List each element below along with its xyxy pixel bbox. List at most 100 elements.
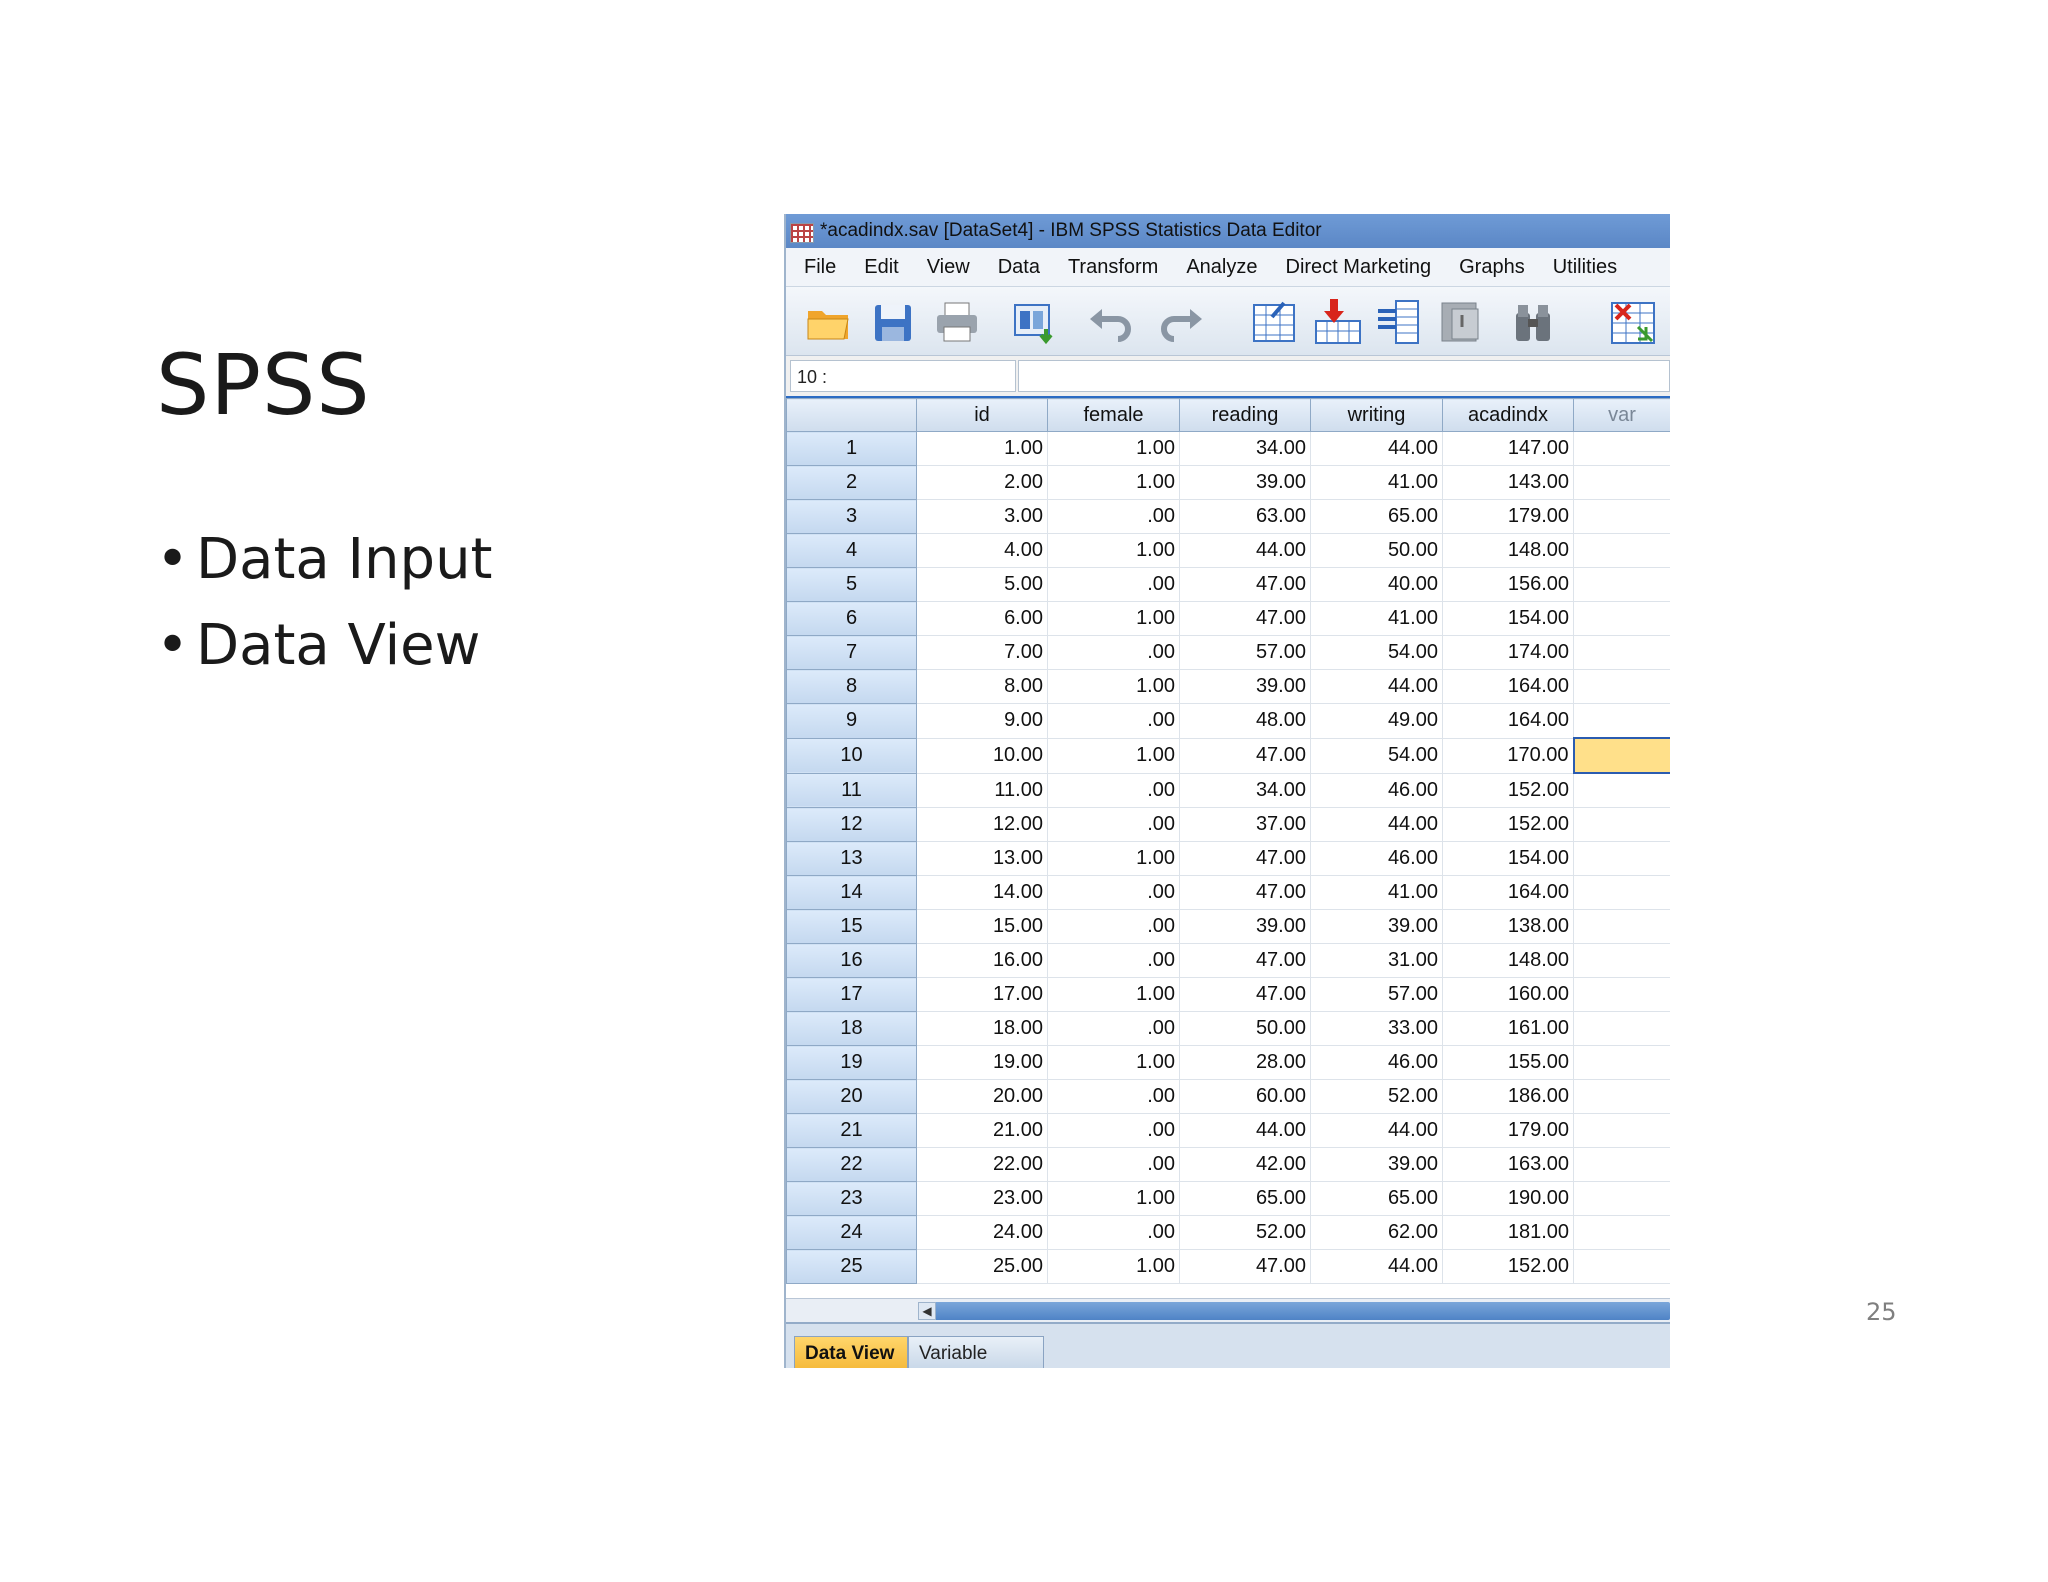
data-cell[interactable]: 17.00 xyxy=(916,977,1048,1012)
data-cell[interactable]: .00 xyxy=(1047,943,1180,978)
empty-var-cell[interactable] xyxy=(1573,1215,1670,1250)
data-cell[interactable]: .00 xyxy=(1047,1215,1180,1250)
data-cell[interactable]: 44.00 xyxy=(1310,1249,1443,1284)
data-cell[interactable]: .00 xyxy=(1047,1079,1180,1114)
data-cell[interactable]: 39.00 xyxy=(1179,465,1311,500)
menu-transform[interactable]: Transform xyxy=(1058,256,1168,279)
data-cell[interactable]: 1.00 xyxy=(1047,669,1180,704)
data-cell[interactable]: 147.00 xyxy=(1442,431,1574,466)
data-cell[interactable]: 11.00 xyxy=(916,772,1048,808)
data-cell[interactable]: .00 xyxy=(1047,772,1180,808)
empty-var-cell[interactable] xyxy=(1573,1079,1670,1114)
data-cell[interactable]: 161.00 xyxy=(1442,1011,1574,1046)
data-cell[interactable]: 160.00 xyxy=(1442,977,1574,1012)
data-cell[interactable]: .00 xyxy=(1047,807,1180,842)
data-cell[interactable]: 65.00 xyxy=(1179,1181,1311,1216)
data-cell[interactable]: 65.00 xyxy=(1310,1181,1443,1216)
row-header[interactable]: 3 xyxy=(786,499,917,534)
data-cell[interactable]: 48.00 xyxy=(1179,703,1311,739)
empty-var-cell[interactable] xyxy=(1573,943,1670,978)
data-cell[interactable]: 15.00 xyxy=(916,909,1048,944)
data-cell[interactable]: 1.00 xyxy=(1047,1249,1180,1284)
data-cell[interactable]: 39.00 xyxy=(1179,909,1311,944)
data-cell[interactable]: 174.00 xyxy=(1442,635,1574,670)
data-cell[interactable]: 33.00 xyxy=(1310,1011,1443,1046)
row-header[interactable]: 20 xyxy=(786,1079,917,1114)
row-header[interactable]: 1 xyxy=(786,431,917,466)
data-cell[interactable]: 54.00 xyxy=(1310,635,1443,670)
data-cell[interactable]: 186.00 xyxy=(1442,1079,1574,1114)
row-header[interactable]: 6 xyxy=(786,601,917,636)
data-cell[interactable]: .00 xyxy=(1047,909,1180,944)
row-header[interactable]: 12 xyxy=(786,807,917,842)
data-cell[interactable]: 1.00 xyxy=(1047,533,1180,568)
data-cell[interactable]: 50.00 xyxy=(1179,1011,1311,1046)
empty-var-cell[interactable] xyxy=(1572,737,1670,774)
menu-edit[interactable]: Edit xyxy=(854,256,908,279)
row-header[interactable]: 16 xyxy=(786,943,917,978)
data-cell[interactable]: 54.00 xyxy=(1310,737,1443,774)
column-header-id[interactable]: id xyxy=(916,398,1048,432)
data-cell[interactable]: 39.00 xyxy=(1310,909,1443,944)
data-cell[interactable]: 47.00 xyxy=(1179,943,1311,978)
data-cell[interactable]: 47.00 xyxy=(1179,841,1311,876)
row-header[interactable]: 8 xyxy=(786,669,917,704)
data-cell[interactable]: 1.00 xyxy=(1047,1181,1180,1216)
row-header[interactable]: 7 xyxy=(786,635,917,670)
data-cell[interactable]: 154.00 xyxy=(1442,601,1574,636)
data-cell[interactable]: .00 xyxy=(1047,635,1180,670)
split-file-icon[interactable] xyxy=(1508,297,1558,347)
data-cell[interactable]: 57.00 xyxy=(1310,977,1443,1012)
row-header[interactable]: 18 xyxy=(786,1011,917,1046)
empty-var-cell[interactable] xyxy=(1573,601,1670,636)
menu-data[interactable]: Data xyxy=(988,256,1050,279)
data-cell[interactable]: 7.00 xyxy=(916,635,1048,670)
data-cell[interactable]: 20.00 xyxy=(916,1079,1048,1114)
data-cell[interactable]: 1.00 xyxy=(1047,431,1180,466)
data-cell[interactable]: 164.00 xyxy=(1442,875,1574,910)
column-header-writing[interactable]: writing xyxy=(1310,398,1443,432)
undo-icon[interactable] xyxy=(1086,297,1136,347)
data-cell[interactable]: .00 xyxy=(1047,1011,1180,1046)
menu-graphs[interactable]: Graphs xyxy=(1449,256,1535,279)
data-cell[interactable]: 19.00 xyxy=(916,1045,1048,1080)
data-cell[interactable]: 47.00 xyxy=(1179,875,1311,910)
data-cell[interactable]: 57.00 xyxy=(1179,635,1311,670)
data-cell[interactable]: 23.00 xyxy=(916,1181,1048,1216)
data-cell[interactable]: 152.00 xyxy=(1442,772,1574,808)
data-cell[interactable]: 4.00 xyxy=(916,533,1048,568)
data-cell[interactable]: .00 xyxy=(1047,875,1180,910)
row-header[interactable]: 25 xyxy=(786,1249,917,1284)
empty-var-cell[interactable] xyxy=(1573,635,1670,670)
data-cell[interactable]: 41.00 xyxy=(1310,601,1443,636)
data-cell[interactable]: 12.00 xyxy=(916,807,1048,842)
row-header[interactable]: 17 xyxy=(786,977,917,1012)
row-header[interactable]: 14 xyxy=(786,875,917,910)
data-cell[interactable]: 42.00 xyxy=(1179,1147,1311,1182)
data-cell[interactable]: .00 xyxy=(1047,703,1180,739)
save-icon[interactable] xyxy=(868,297,918,347)
data-cell[interactable]: 50.00 xyxy=(1310,533,1443,568)
data-cell[interactable]: 31.00 xyxy=(1310,943,1443,978)
empty-var-cell[interactable] xyxy=(1573,465,1670,500)
row-header[interactable]: 22 xyxy=(786,1147,917,1182)
empty-var-cell[interactable] xyxy=(1573,841,1670,876)
select-cases-icon[interactable] xyxy=(1608,297,1658,347)
data-cell[interactable]: 28.00 xyxy=(1179,1045,1311,1080)
empty-var-cell[interactable] xyxy=(1573,533,1670,568)
row-header[interactable]: 19 xyxy=(786,1045,917,1080)
menu-utilities[interactable]: Utilities xyxy=(1543,256,1627,279)
data-cell[interactable]: 44.00 xyxy=(1310,669,1443,704)
title-bar[interactable]: *acadindx.sav [DataSet4] - IBM SPSS Stat… xyxy=(786,214,1670,248)
data-cell[interactable]: 37.00 xyxy=(1179,807,1311,842)
data-cell[interactable]: 1.00 xyxy=(1047,977,1180,1012)
data-cell[interactable]: 181.00 xyxy=(1442,1215,1574,1250)
horizontal-scrollbar[interactable]: ◀ xyxy=(786,1298,1670,1323)
recall-dialog-icon[interactable] xyxy=(1010,297,1060,347)
data-cell[interactable]: 22.00 xyxy=(916,1147,1048,1182)
grid-corner[interactable] xyxy=(786,398,917,432)
tab-data-view[interactable]: Data View xyxy=(794,1336,908,1368)
data-cell[interactable]: 47.00 xyxy=(1179,1249,1311,1284)
data-cell[interactable]: 152.00 xyxy=(1442,807,1574,842)
empty-var-cell[interactable] xyxy=(1573,807,1670,842)
